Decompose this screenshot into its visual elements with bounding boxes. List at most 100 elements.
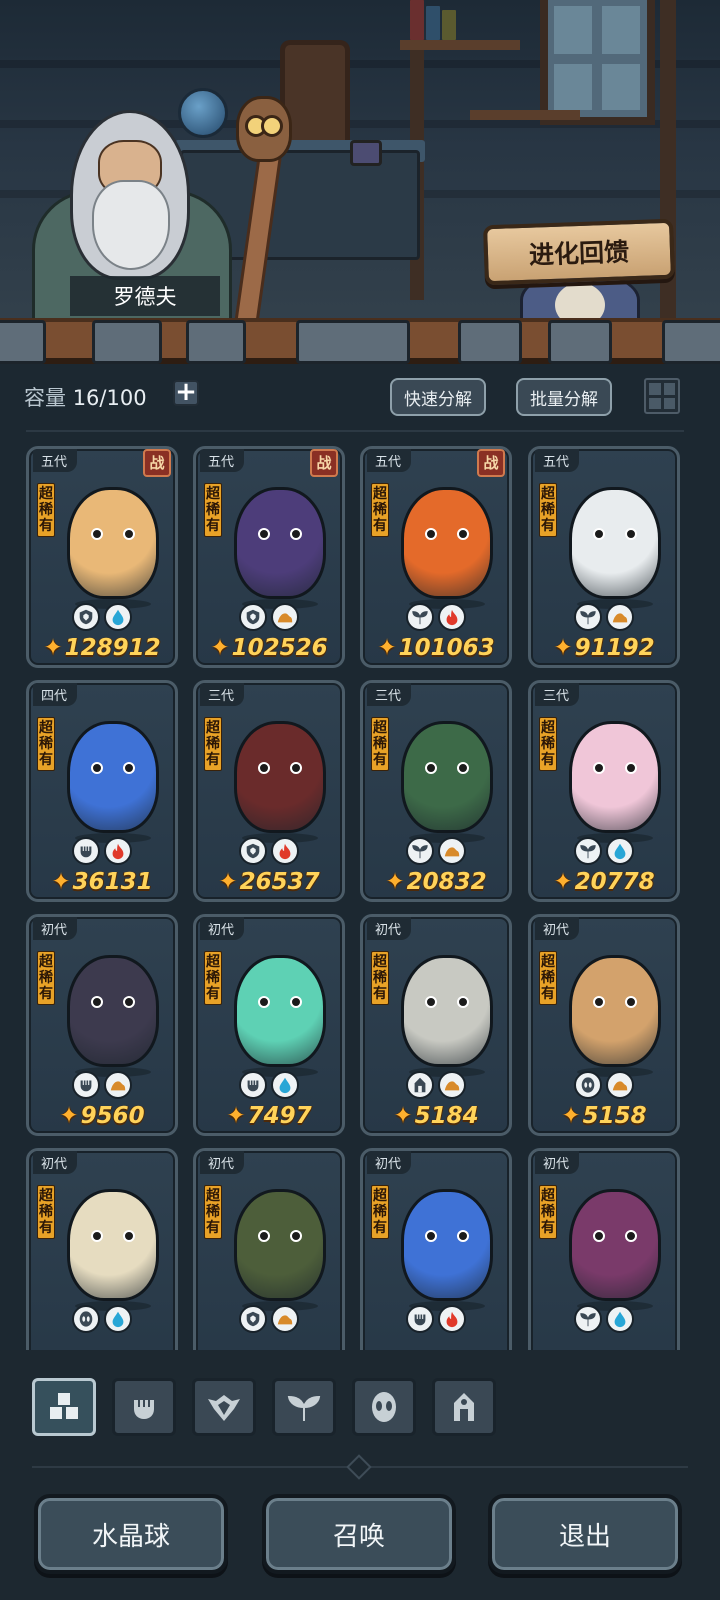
rarity-badge: 超稀有 [539,717,557,771]
element-icons [196,837,342,865]
rarity-badge: 超稀有 [37,483,55,537]
pet-portrait [569,955,661,1067]
pet-card[interactable]: 四代 超稀有 ✦36131 [26,680,178,902]
grid-view-icon[interactable] [644,378,680,414]
generation-label: 初代 [33,917,78,940]
expand-capacity-button[interactable]: + [173,379,199,406]
element-icons [29,837,175,865]
crystal-ball-button[interactable]: 水晶球 [34,1494,228,1574]
filter-eye-button[interactable] [352,1378,416,1436]
combat-power: ✦26537 [196,869,342,895]
pet-card[interactable]: 初代 超稀有 [193,1148,345,1358]
earth-icon [104,1071,132,1099]
power-icon: ✦ [43,635,63,661]
power-value: 20778 [574,869,655,895]
pet-card[interactable]: 初代 超稀有 ✦5184 [360,914,512,1136]
power-icon: ✦ [218,869,238,895]
pet-card[interactable]: 五代 超稀有 ✦91192 [528,446,680,668]
pet-card[interactable]: 初代 超稀有 [528,1148,680,1358]
combat-power: ✦7497 [196,1103,342,1129]
wizard-beard [92,180,170,270]
element-icons [29,603,175,631]
pet-portrait [67,955,159,1067]
shield-icon [72,603,100,631]
filter-tower-button[interactable] [432,1378,496,1436]
stacked-blocks-icon [50,1393,78,1419]
fire-icon [271,837,299,865]
generation-label: 初代 [200,917,245,940]
capacity-value: 16/100 [72,386,147,410]
filter-leaf-button[interactable] [272,1378,336,1436]
element-icons [363,1071,509,1099]
rarity-badge: 超稀有 [204,951,222,1005]
generation-label: 三代 [367,683,412,706]
earth-icon [438,837,466,865]
globe-icon [178,88,228,138]
rarity-badge: 超稀有 [539,483,557,537]
battle-badge: 战 [143,449,171,477]
rarity-badge: 超稀有 [37,951,55,1005]
generation-label: 初代 [535,917,580,940]
pet-card[interactable]: 五代 战超稀有 ✦102526 [193,446,345,668]
generation-label: 三代 [200,683,245,706]
summon-button[interactable]: 召唤 [262,1494,456,1574]
wizard-room-scene: 罗德夫 进化回馈 [0,0,720,330]
exit-button[interactable]: 退出 [488,1494,682,1574]
combat-power: ✦102526 [196,635,342,661]
quick-decompose-button[interactable]: 快速分解 [390,378,486,416]
power-icon: ✦ [210,635,230,661]
generation-label: 初代 [200,1151,245,1174]
filter-shield-button[interactable] [192,1378,256,1436]
combat-power: ✦5184 [363,1103,509,1129]
pet-card[interactable]: 初代 超稀有 [26,1148,178,1358]
fire-icon [104,837,132,865]
power-icon: ✦ [51,869,71,895]
element-icons [531,1071,677,1099]
fire-icon [438,1305,466,1333]
combat-power: ✦9560 [29,1103,175,1129]
filter-fist-button[interactable] [112,1378,176,1436]
filter-all-button[interactable] [32,1378,96,1436]
pet-card[interactable]: 五代 战超稀有 ✦101063 [360,446,512,668]
water-icon [104,1305,132,1333]
generation-label: 三代 [535,683,580,706]
npc-name-label: 罗德夫 [70,276,220,316]
pet-card-grid[interactable]: 五代战超稀有 ✦128912 五代战超稀有 ✦102526 五代战超稀有 ✦101063 五… [26,446,686,1358]
evolution-feedback-button[interactable]: 进化回馈 [483,218,675,286]
power-value: 5184 [414,1103,479,1129]
pet-card[interactable]: 初代超稀有 ✦7497 [193,914,345,1136]
earth-icon [271,603,299,631]
rarity-badge: 超稀有 [204,717,222,771]
fist-icon [134,1398,154,1419]
pet-portrait [234,721,326,833]
power-icon: ✦ [561,1103,581,1129]
pet-card[interactable]: 五代 战超稀有 ✦128912 [26,446,178,668]
pet-card[interactable]: 三代 超稀有 ✦20832 [360,680,512,902]
fist-icon [72,837,100,865]
pet-portrait [67,1189,159,1301]
water-icon [271,1071,299,1099]
batch-decompose-button[interactable]: 批量分解 [516,378,612,416]
pet-card[interactable]: 初代超稀有 ✦9560 [26,914,178,1136]
generation-label: 五代 [535,449,580,472]
shield-icon [239,1305,267,1333]
pet-card[interactable]: 初代 超稀有 [360,1148,512,1358]
pet-card[interactable]: 三代超稀有 ✦26537 [193,680,345,902]
eye-icon [574,1071,602,1099]
leaf-icon [574,603,602,631]
power-value: 128912 [64,635,161,661]
rarity-badge: 超稀有 [204,483,222,537]
window [540,0,655,125]
fist-icon [72,1071,100,1099]
power-value: 5158 [582,1103,647,1129]
fire-icon [438,603,466,631]
pet-portrait [401,955,493,1067]
capacity-bar: 容量 16/100 [0,366,720,426]
pet-card[interactable]: 三代 超稀有 ✦20778 [528,680,680,902]
eye-icon [72,1305,100,1333]
pet-card[interactable]: 初代 超稀有 ✦5158 [528,914,680,1136]
generation-label: 四代 [33,683,78,706]
inkpot [350,140,382,166]
earth-icon [606,1071,634,1099]
leaf-icon [406,603,434,631]
